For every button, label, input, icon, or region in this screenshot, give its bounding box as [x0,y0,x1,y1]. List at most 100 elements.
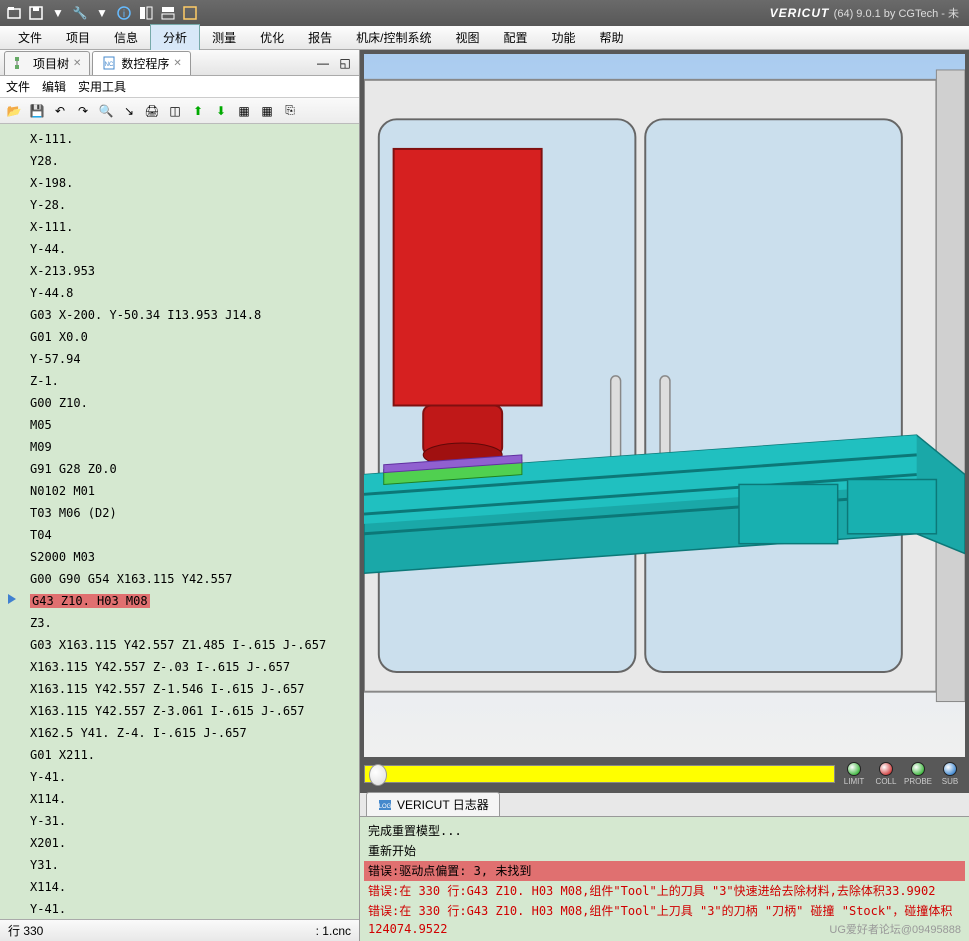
tb-save-icon[interactable] [26,3,46,23]
nc-line[interactable]: G03 X-200. Y-50.34 I13.953 J14.8 [0,304,359,326]
menu-item-3[interactable]: 分析 [150,24,200,51]
nc-line[interactable]: X114. [0,876,359,898]
menu-item-9[interactable]: 配置 [491,25,539,50]
nc-line[interactable]: Y31. [0,854,359,876]
undo-icon[interactable]: ↶ [50,101,70,121]
menu-item-8[interactable]: 视图 [443,25,491,50]
tb-layout3-icon[interactable] [180,3,200,23]
nc-line[interactable]: G91 G28 Z0.0 [0,458,359,480]
log-line: 完成重置模型... [364,821,965,841]
logger-tabs: LOG VERICUT 日志器 [360,793,969,817]
nc-line[interactable]: X-111. [0,216,359,238]
panel-tabs: 项目树 ✕ NC 数控程序 ✕ — ◱ [0,50,359,76]
menu-item-7[interactable]: 机床/控制系统 [344,25,443,50]
goto-icon[interactable]: ↘ [119,101,139,121]
nc-line[interactable]: G00 Z10. [0,392,359,414]
nc-line[interactable]: Y-44.8 [0,282,359,304]
nc-line[interactable]: Y-28. [0,194,359,216]
nc-line[interactable]: Z-1. [0,370,359,392]
slider-thumb[interactable] [369,764,387,786]
nc-line[interactable]: Y-41. [0,766,359,788]
nc-line[interactable]: Y28. [0,150,359,172]
nc-line[interactable]: N0102 M01 [0,480,359,502]
open-file-icon[interactable]: 📂 [4,101,24,121]
menu-item-5[interactable]: 优化 [248,25,296,50]
print-icon[interactable]: 🖨 [142,101,162,121]
copy-icon[interactable]: ⎘ [280,101,300,121]
nc-line[interactable]: X163.115 Y42.557 Z-3.061 I-.615 J-.657 [0,700,359,722]
sub-menubar: 文件编辑实用工具 [0,76,359,98]
menu-item-11[interactable]: 帮助 [588,25,636,50]
tb-dropdown2-icon[interactable]: ▼ [92,3,112,23]
nc-line[interactable]: X163.115 Y42.557 Z-.03 I-.615 J-.657 [0,656,359,678]
nc-line[interactable]: X114. [0,788,359,810]
nc-line[interactable]: G01 X211. [0,744,359,766]
tab-project-tree[interactable]: 项目树 ✕ [4,51,90,75]
nc-line[interactable]: X-213.953 [0,260,359,282]
tb-info-icon[interactable]: i [114,3,134,23]
nc-line[interactable]: M05 [0,414,359,436]
tb-layout1-icon[interactable] [136,3,156,23]
nc-line[interactable]: X163.115 Y42.557 Z-1.546 I-.615 J-.657 [0,678,359,700]
nc-line[interactable]: G01 X0.0 [0,326,359,348]
viewport-3d[interactable] [360,50,969,757]
menu-item-1[interactable]: 项目 [54,25,102,50]
nc-line[interactable]: T04 [0,524,359,546]
nc-line[interactable]: Z3. [0,612,359,634]
nc-line[interactable]: G43 Z10. H03 M08 [0,590,359,612]
menu-item-10[interactable]: 功能 [539,25,587,50]
step-next-icon[interactable]: ⬇ [211,101,231,121]
menu-item-2[interactable]: 信息 [102,25,150,50]
tb-open-icon[interactable] [4,3,24,23]
menubar: 文件项目信息分析测量优化报告机床/控制系统视图配置功能帮助 [0,26,969,50]
submenu-item-1[interactable]: 编辑 [42,78,66,95]
tb-dropdown-icon[interactable]: ▼ [48,3,68,23]
sub-toolbar: 📂 💾 ↶ ↷ 🔍 ↘ 🖨 ◫ ⬆ ⬇ ▦ ▦ ⎘ [0,98,359,124]
brand-label: VERICUT (64) 9.0.1 by CGTech - 未 [200,5,965,21]
redo-icon[interactable]: ↷ [73,101,93,121]
log-line: 错误:在 330 行:G43 Z10. H03 M08,组件"Tool"上的刀具… [364,881,965,901]
tb-layout2-icon[interactable] [158,3,178,23]
menu-item-4[interactable]: 测量 [200,25,248,50]
split-icon[interactable]: ◫ [165,101,185,121]
logger-tab-label: VERICUT 日志器 [397,796,489,813]
status-line: 行 330 [8,922,43,939]
minimize-panel-icon[interactable]: — [313,53,333,73]
menu-item-0[interactable]: 文件 [6,25,54,50]
nc-line[interactable]: S2000 M03 [0,546,359,568]
close-icon[interactable]: ✕ [73,58,81,69]
log-icon: LOG [377,797,393,813]
block1-icon[interactable]: ▦ [234,101,254,121]
search-icon[interactable]: 🔍 [96,101,116,121]
nc-icon: NC [101,55,117,71]
tb-wrench-icon[interactable]: 🔧 [70,3,90,23]
speed-slider[interactable] [364,765,835,783]
nc-line[interactable]: T03 M06 (D2) [0,502,359,524]
submenu-item-0[interactable]: 文件 [6,78,30,95]
nc-line[interactable]: Y-41. [0,898,359,919]
nc-line[interactable]: X201. [0,832,359,854]
nc-line[interactable]: M09 [0,436,359,458]
nc-line[interactable]: Y-44. [0,238,359,260]
logger: LOG VERICUT 日志器 完成重置模型...重新开始错误:驱动点偏置: 3… [360,791,969,941]
nc-line[interactable]: Y-31. [0,810,359,832]
block2-icon[interactable]: ▦ [257,101,277,121]
nc-line[interactable]: X162.5 Y41. Z-4. I-.615 J-.657 [0,722,359,744]
close-icon[interactable]: ✕ [173,58,181,69]
logger-tab[interactable]: LOG VERICUT 日志器 [366,792,500,816]
machine-scene [364,54,965,757]
nc-line[interactable]: G00 G90 G54 X163.115 Y42.557 [0,568,359,590]
nc-line[interactable]: G03 X163.115 Y42.557 Z1.485 I-.615 J-.65… [0,634,359,656]
nc-line[interactable]: X-198. [0,172,359,194]
popout-panel-icon[interactable]: ◱ [335,53,355,73]
controls-bar: LIMITCOLLPROBESUB [360,757,969,791]
step-prev-icon[interactable]: ⬆ [188,101,208,121]
nc-line[interactable]: Y-57.94 [0,348,359,370]
tab-nc-program[interactable]: NC 数控程序 ✕ [92,51,190,75]
nc-line[interactable]: X-111. [0,128,359,150]
tab-label: 数控程序 [121,55,169,72]
submenu-item-2[interactable]: 实用工具 [78,78,126,95]
save-file-icon[interactable]: 💾 [27,101,47,121]
menu-item-6[interactable]: 报告 [296,25,344,50]
nc-lines[interactable]: X-111.Y28.X-198.Y-28.X-111.Y-44.X-213.95… [0,124,359,919]
